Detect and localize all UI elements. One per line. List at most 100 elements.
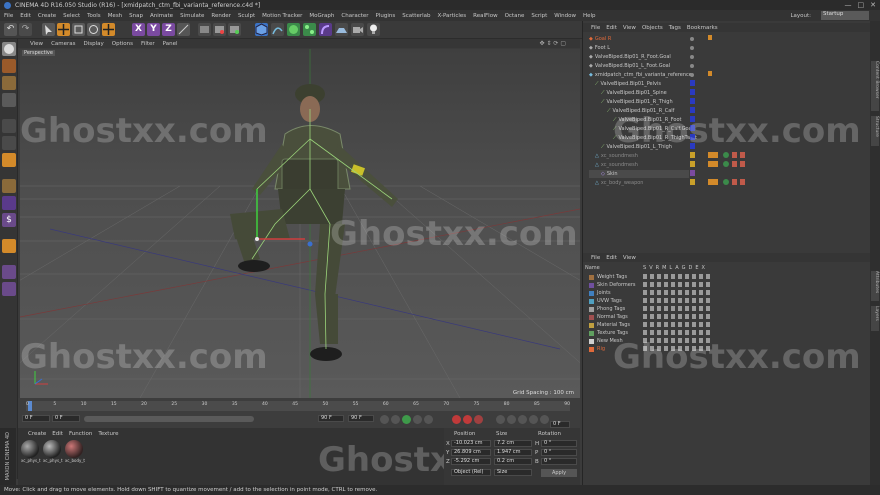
lock-workplane-icon[interactable] bbox=[2, 265, 16, 279]
menu-simulate[interactable]: Simulate bbox=[180, 13, 204, 19]
apply-button[interactable]: Apply bbox=[541, 469, 577, 477]
om-menu-objects[interactable]: Objects bbox=[642, 25, 663, 31]
edges-mode-icon[interactable] bbox=[2, 136, 16, 150]
object-tags-column[interactable] bbox=[688, 33, 768, 193]
layout-dropdown[interactable]: Startup bbox=[821, 11, 869, 20]
maximize-button[interactable]: □ bbox=[858, 1, 865, 9]
rotation-h-field[interactable]: 0 ° bbox=[541, 440, 577, 447]
layer-toggle-grid[interactable] bbox=[643, 273, 733, 355]
material-menu-edit[interactable]: Edit bbox=[52, 431, 63, 437]
position-x-field[interactable]: -10.023 cm bbox=[451, 440, 491, 447]
menu-character[interactable]: Character bbox=[341, 13, 368, 19]
side-tab-content-browser[interactable]: Content Browser bbox=[871, 61, 879, 111]
bend-deformer-icon[interactable] bbox=[319, 23, 332, 36]
coordinate-system-icon[interactable] bbox=[177, 23, 190, 36]
record-keys-icon[interactable] bbox=[452, 415, 461, 424]
timeline-ruler[interactable]: 0 5 10 15 20 25 30 35 40 45 50 55 60 65 70 75 80 85 90 bbox=[26, 401, 570, 411]
position-y-field[interactable]: 26.809 cm bbox=[451, 449, 491, 456]
layer-row[interactable]: Material Tags bbox=[589, 321, 630, 329]
viewport-nav-icons[interactable]: ✥ ⇕ ⟳ ▢ bbox=[540, 40, 566, 47]
viewport-menu-filter[interactable]: Filter bbox=[141, 41, 155, 47]
material-menu-create[interactable]: Create bbox=[28, 431, 46, 437]
object-row[interactable]: ⟋ ValveBiped.Bip01_L_Thigh bbox=[589, 143, 672, 151]
rotate-tool-icon[interactable] bbox=[87, 23, 100, 36]
viewport-scene[interactable] bbox=[20, 49, 580, 398]
light-icon[interactable] bbox=[367, 23, 380, 36]
menu-scatterlab[interactable]: Scatterlab bbox=[402, 13, 430, 19]
timeline-start-field[interactable]: 0 F bbox=[22, 415, 50, 422]
menu-file[interactable]: File bbox=[4, 13, 13, 19]
key-scale-icon[interactable] bbox=[507, 415, 516, 424]
menu-script[interactable]: Script bbox=[531, 13, 547, 19]
position-z-field[interactable]: -5.292 cm bbox=[451, 458, 491, 465]
planar-workplane-icon[interactable] bbox=[2, 282, 16, 296]
viewport-menu-display[interactable]: Display bbox=[84, 41, 104, 47]
layer-row[interactable]: Texture Tags bbox=[589, 329, 628, 337]
workplane-icon[interactable] bbox=[2, 93, 16, 107]
keyframe-selection-icon[interactable] bbox=[474, 415, 483, 424]
z-axis-lock-button[interactable]: Z bbox=[162, 23, 175, 36]
object-row[interactable]: ◆ ValveBiped.Bip01_R_Foot.Goal bbox=[589, 53, 671, 61]
redo-icon[interactable]: ↷ bbox=[19, 23, 32, 36]
y-axis-lock-button[interactable]: Y bbox=[147, 23, 160, 36]
menu-help[interactable]: Help bbox=[583, 13, 596, 19]
side-tab-attributes[interactable]: Attributes bbox=[871, 271, 879, 301]
key-pla-icon[interactable] bbox=[540, 415, 549, 424]
menu-octane[interactable]: Octane bbox=[505, 13, 525, 19]
undo-icon[interactable]: ↶ bbox=[4, 23, 17, 36]
x-axis-lock-button[interactable]: X bbox=[132, 23, 145, 36]
size-y-field[interactable]: 1.947 cm bbox=[494, 449, 532, 456]
menu-motion-tracker[interactable]: Motion Tracker bbox=[262, 13, 302, 19]
autokey-icon[interactable] bbox=[463, 415, 472, 424]
size-mode-dropdown[interactable]: Size bbox=[494, 469, 532, 476]
menu-plugins[interactable]: Plugins bbox=[376, 13, 396, 19]
menu-edit[interactable]: Edit bbox=[20, 13, 31, 19]
object-row[interactable]: ⟋ ValveBiped.Bip01_R_Thigh bbox=[589, 98, 673, 106]
layer-row[interactable]: Normal Tags bbox=[589, 313, 628, 321]
material-slot-1[interactable]: xc_phys_t bbox=[21, 440, 41, 470]
layer-row[interactable]: Skin Deformers bbox=[589, 281, 636, 289]
tweak-mode-icon[interactable] bbox=[2, 196, 16, 210]
lm-menu-file[interactable]: File bbox=[591, 255, 600, 261]
object-row[interactable]: ⟋ ValveBiped.Bip01_R_Calf.Goal bbox=[589, 125, 693, 133]
timeline-end-field-2[interactable]: 90 F bbox=[348, 415, 374, 422]
om-menu-tags[interactable]: Tags bbox=[669, 25, 681, 31]
prev-key-icon[interactable] bbox=[391, 415, 400, 424]
cube-primitive-icon[interactable] bbox=[255, 23, 268, 36]
frame-field[interactable]: 0 F bbox=[550, 421, 570, 428]
object-row[interactable]: ◆ xmidpatch_ctm_fbi_varianta_reference bbox=[589, 71, 692, 79]
camera-icon[interactable] bbox=[351, 23, 364, 36]
key-position-icon[interactable] bbox=[496, 415, 505, 424]
menu-sculpt[interactable]: Sculpt bbox=[238, 13, 255, 19]
points-mode-icon[interactable] bbox=[2, 119, 16, 133]
size-z-field[interactable]: 0.2 cm bbox=[494, 458, 532, 465]
goto-start-icon[interactable] bbox=[380, 415, 389, 424]
lm-menu-view[interactable]: View bbox=[623, 255, 636, 261]
layer-row[interactable]: New Mesh bbox=[589, 337, 623, 345]
render-settings-icon[interactable] bbox=[228, 23, 241, 36]
key-parameter-icon[interactable] bbox=[529, 415, 538, 424]
sculpt-icon[interactable] bbox=[2, 239, 16, 253]
menu-snap[interactable]: Snap bbox=[129, 13, 143, 19]
timeline-end-field[interactable]: 90 F bbox=[318, 415, 344, 422]
object-row[interactable]: ⟋ ValveBiped.Bip01_R_Foot bbox=[589, 116, 681, 124]
material-menu-texture[interactable]: Texture bbox=[98, 431, 118, 437]
goto-end-icon[interactable] bbox=[424, 415, 433, 424]
move-tool-icon[interactable] bbox=[57, 23, 70, 36]
menu-render[interactable]: Render bbox=[211, 13, 231, 19]
floor-icon[interactable] bbox=[335, 23, 348, 36]
object-row[interactable]: ◆ Goal R bbox=[589, 35, 611, 43]
layer-row[interactable]: UVW Tags bbox=[589, 297, 622, 305]
menu-mesh[interactable]: Mesh bbox=[108, 13, 122, 19]
om-menu-file[interactable]: File bbox=[591, 25, 600, 31]
viewport-menu-panel[interactable]: Panel bbox=[163, 41, 178, 47]
material-menu-function[interactable]: Function bbox=[69, 431, 92, 437]
axis-mode-icon[interactable] bbox=[2, 179, 16, 193]
layer-row[interactable]: Rig bbox=[589, 345, 605, 353]
om-menu-edit[interactable]: Edit bbox=[606, 25, 617, 31]
material-slot-2[interactable]: xc_phys_t bbox=[43, 440, 63, 470]
polygons-mode-icon[interactable] bbox=[2, 153, 16, 167]
object-row[interactable]: △ xc_body_weapon bbox=[589, 179, 643, 187]
lm-menu-edit[interactable]: Edit bbox=[606, 255, 617, 261]
timeline-current-field[interactable]: 0 F bbox=[52, 415, 80, 422]
